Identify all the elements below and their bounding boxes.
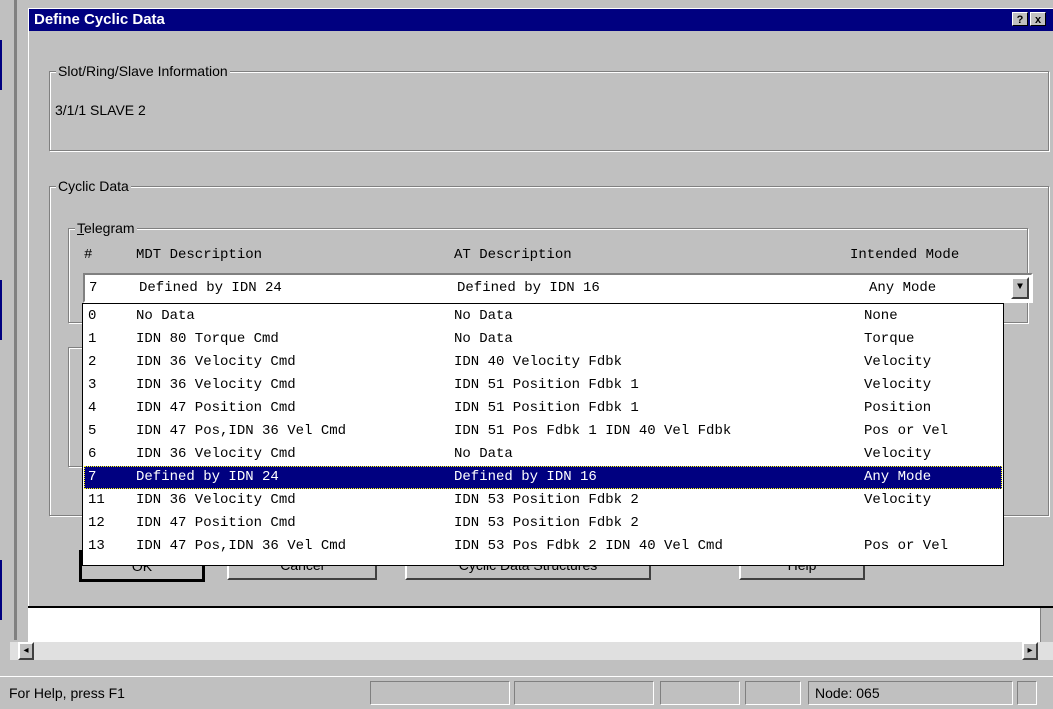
- option-mode: None: [864, 308, 898, 324]
- option-mode: Torque: [864, 331, 915, 347]
- header-at: AT Description: [454, 247, 572, 263]
- option-mode: Pos or Vel: [864, 423, 949, 439]
- dropdown-option-5[interactable]: 5 IDN 47 Pos,IDN 36 Vel Cmd IDN 51 Pos Fdb…: [84, 420, 1002, 443]
- option-at: IDN 53 Position Fdbk 2: [454, 492, 639, 508]
- option-at: IDN 40 Velocity Fdbk: [454, 354, 623, 370]
- telegram-label: Telegram: [75, 220, 137, 236]
- scroll-left-icon[interactable]: ◂: [18, 642, 34, 660]
- option-mdt: IDN 36 Velocity Cmd: [136, 377, 296, 393]
- status-panel-5: [1017, 681, 1037, 705]
- scroll-right-icon[interactable]: ▸: [1022, 642, 1038, 660]
- option-num: 5: [88, 423, 97, 439]
- dropdown-arrow-icon[interactable]: ▼: [1011, 277, 1029, 299]
- combo-mode: Any Mode: [869, 280, 937, 296]
- header-mdt: MDT Description: [136, 247, 263, 263]
- option-mode: Velocity: [864, 446, 932, 462]
- telegram-dropdown-list[interactable]: 0 No Data No Data None 1 IDN 80 Torque Cmd No …: [82, 303, 1004, 566]
- option-mode: Any Mode: [864, 469, 932, 485]
- option-num: 3: [88, 377, 97, 393]
- option-at: Defined by IDN 16: [454, 469, 597, 485]
- option-num: 0: [88, 308, 97, 324]
- option-mdt: IDN 80 Torque Cmd: [136, 331, 279, 347]
- header-num: #: [84, 247, 93, 263]
- option-at: No Data: [454, 446, 513, 462]
- dropdown-option-7[interactable]: 7 Defined by IDN 24 Defined by IDN 16 Any M…: [84, 466, 1002, 489]
- dropdown-option-11[interactable]: 11 IDN 36 Velocity Cmd IDN 53 Position Fdb…: [84, 489, 1002, 512]
- option-num: 2: [88, 354, 97, 370]
- option-num: 12: [88, 515, 105, 531]
- status-panel-1: [370, 681, 510, 705]
- combo-num: 7: [89, 280, 98, 296]
- option-num: 4: [88, 400, 97, 416]
- option-mdt: IDN 47 Pos,IDN 36 Vel Cmd: [136, 538, 347, 554]
- slot-info-value: 3/1/1 SLAVE 2: [55, 102, 146, 118]
- option-num: 1: [88, 331, 97, 347]
- option-at: IDN 51 Position Fdbk 1: [454, 400, 639, 416]
- option-mode: Position: [864, 400, 932, 416]
- vertical-scrollbar[interactable]: [1040, 608, 1053, 642]
- dropdown-option-4[interactable]: 4 IDN 47 Position Cmd IDN 51 Position Fdbk…: [84, 397, 1002, 420]
- option-mdt: IDN 36 Velocity Cmd: [136, 446, 296, 462]
- option-mdt: IDN 47 Pos,IDN 36 Vel Cmd: [136, 423, 347, 439]
- option-at: IDN 53 Pos Fdbk 2 IDN 40 Vel Cmd: [454, 538, 723, 554]
- dropdown-option-1[interactable]: 1 IDN 80 Torque Cmd No Data Torque: [84, 328, 1002, 351]
- slot-info-label: Slot/Ring/Slave Information: [56, 63, 230, 79]
- combo-at: Defined by IDN 16: [457, 280, 600, 296]
- dropdown-option-13[interactable]: 13 IDN 47 Pos,IDN 36 Vel Cmd IDN 53 Pos Fd…: [84, 535, 1002, 558]
- background-window-edge: [0, 0, 28, 640]
- option-mdt: IDN 36 Velocity Cmd: [136, 492, 296, 508]
- option-num: 7: [88, 469, 97, 485]
- close-button[interactable]: x: [1030, 12, 1046, 26]
- option-num: 11: [88, 492, 105, 508]
- option-at: IDN 51 Pos Fdbk 1 IDN 40 Vel Fdbk: [454, 423, 732, 439]
- dialog-title: Define Cyclic Data: [34, 11, 165, 28]
- slot-info-group: Slot/Ring/Slave Information 3/1/1 SLAVE …: [49, 63, 1049, 151]
- option-num: 6: [88, 446, 97, 462]
- option-mdt: Defined by IDN 24: [136, 469, 279, 485]
- option-at: No Data: [454, 331, 513, 347]
- option-mdt: IDN 36 Velocity Cmd: [136, 354, 296, 370]
- option-mode: Velocity: [864, 354, 932, 370]
- dropdown-option-12[interactable]: 12 IDN 47 Position Cmd IDN 53 Position Fdb…: [84, 512, 1002, 535]
- status-help-text: For Help, press F1: [2, 681, 364, 705]
- status-panel-3: [660, 681, 740, 705]
- background-content-area: [28, 608, 1040, 642]
- option-mode: Velocity: [864, 492, 932, 508]
- option-num: 13: [88, 538, 105, 554]
- header-mode: Intended Mode: [850, 247, 960, 263]
- dropdown-option-3[interactable]: 3 IDN 36 Velocity Cmd IDN 51 Position Fdbk…: [84, 374, 1002, 397]
- status-panel-2: [514, 681, 654, 705]
- dropdown-option-0[interactable]: 0 No Data No Data None: [84, 305, 1002, 328]
- dropdown-option-2[interactable]: 2 IDN 36 Velocity Cmd IDN 40 Velocity Fdbk…: [84, 351, 1002, 374]
- dialog-title-bar: Define Cyclic Data ? x: [29, 9, 1053, 31]
- option-mode: Pos or Vel: [864, 538, 949, 554]
- option-at: No Data: [454, 308, 513, 324]
- help-title-button[interactable]: ?: [1012, 12, 1028, 26]
- option-at: IDN 51 Position Fdbk 1: [454, 377, 639, 393]
- option-mdt: IDN 47 Position Cmd: [136, 515, 296, 531]
- cyclic-data-label: Cyclic Data: [56, 178, 131, 194]
- telegram-combobox[interactable]: 7 Defined by IDN 24 Defined by IDN 16 An…: [83, 273, 1033, 303]
- telegram-header-row: # MDT Description AT Description Intende…: [84, 247, 1034, 267]
- option-mdt: No Data: [136, 308, 195, 324]
- horizontal-scrollbar[interactable]: ◂ ▸: [10, 642, 1053, 660]
- option-mdt: IDN 47 Position Cmd: [136, 400, 296, 416]
- status-bar: For Help, press F1 Node: 065: [0, 676, 1053, 709]
- dropdown-option-6[interactable]: 6 IDN 36 Velocity Cmd No Data Velocity: [84, 443, 1002, 466]
- status-panel-4: [745, 681, 801, 705]
- option-at: IDN 53 Position Fdbk 2: [454, 515, 639, 531]
- option-mode: Velocity: [864, 377, 932, 393]
- status-node: Node: 065: [808, 681, 1013, 705]
- combo-mdt: Defined by IDN 24: [139, 280, 282, 296]
